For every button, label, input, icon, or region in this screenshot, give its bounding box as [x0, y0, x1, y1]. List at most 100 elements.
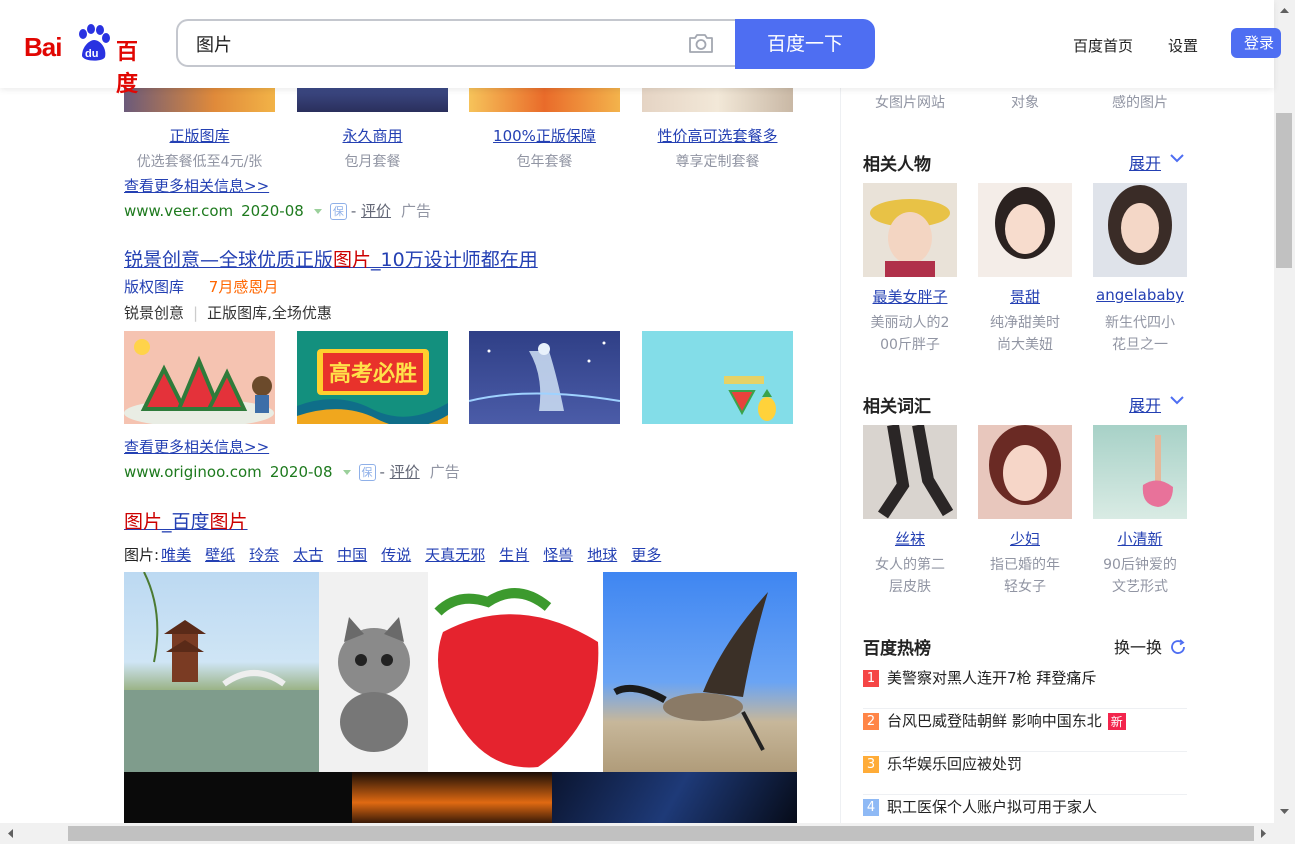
card-subtitle: 优选套餐低至4元/张: [136, 154, 263, 170]
grid-image-kitten[interactable]: [319, 572, 428, 772]
result-title[interactable]: 锐景创意—全球优质正版图片_10万设计师都在用: [124, 245, 538, 272]
card-caption[interactable]: 正版图库: [124, 125, 275, 146]
chevron-down-icon[interactable]: [1170, 154, 1184, 163]
top-caption: 感的图片: [1112, 95, 1168, 111]
woman-illustration: [989, 425, 1061, 505]
tag-link[interactable]: 传说: [381, 546, 411, 564]
grid-image[interactable]: [124, 772, 352, 823]
word-photo[interactable]: [863, 425, 957, 519]
words-section-title: 相关词汇: [863, 397, 931, 417]
card-subtitle: 包年套餐: [516, 154, 573, 170]
vertical-scroll-thumb[interactable]: [1276, 113, 1292, 268]
people-section-title: 相关人物: [863, 155, 931, 175]
person-illustration: [870, 199, 950, 277]
search-input[interactable]: [194, 31, 678, 57]
people-expand-link[interactable]: 展开: [1129, 150, 1161, 174]
search-box: [176, 19, 736, 67]
hot-refresh-button[interactable]: 换一换: [1114, 634, 1187, 658]
person-desc: 新生代四小 花旦之一: [1105, 315, 1175, 353]
exam-banner-illustration: 高考必胜: [297, 331, 448, 424]
person-name-link[interactable]: 最美女胖子: [863, 286, 957, 307]
dropdown-arrow-icon[interactable]: [342, 470, 351, 475]
chevron-down-icon[interactable]: [1170, 396, 1184, 405]
logo-text-cn: 百度: [116, 40, 139, 97]
tag-link[interactable]: 天真无邪: [425, 546, 485, 564]
card-subtitle: 包月套餐: [344, 154, 401, 170]
person-photo[interactable]: [863, 183, 957, 277]
card-caption[interactable]: 永久商用: [297, 125, 448, 146]
tag-link[interactable]: 更多: [631, 546, 661, 564]
word-name-link[interactable]: 小清新: [1093, 528, 1187, 549]
more-info-link[interactable]: 查看更多相关信息>>: [124, 175, 269, 196]
word-name-link[interactable]: 丝袜: [863, 528, 957, 549]
tag-link[interactable]: 壁纸: [205, 546, 235, 564]
ad-label: 广告: [401, 202, 432, 220]
word-photo[interactable]: [1093, 425, 1187, 519]
camera-icon[interactable]: [688, 32, 714, 54]
tag-link[interactable]: 中国: [337, 546, 367, 564]
person-name-link[interactable]: angelababy: [1093, 286, 1187, 304]
column-divider: [840, 88, 841, 823]
word-desc: 90后钟爱的 文艺形式: [1103, 557, 1177, 595]
result-image[interactable]: [642, 331, 793, 424]
search-button[interactable]: 百度一下: [735, 19, 875, 69]
result-image[interactable]: [124, 331, 275, 424]
scroll-down-icon[interactable]: [1274, 806, 1295, 818]
card-subtitle: 尊享定制套餐: [675, 154, 760, 170]
words-expand-link[interactable]: 展开: [1129, 392, 1161, 416]
result-source: www.veer.com 2020-08 保 - 评价 广告: [124, 200, 431, 221]
login-button[interactable]: 登录: [1231, 28, 1281, 58]
nav-settings-link[interactable]: 设置: [1168, 35, 1198, 56]
person-photo[interactable]: [978, 183, 1072, 277]
tag-link[interactable]: 生肖: [499, 546, 529, 564]
summer-fruit-illustration: [724, 376, 776, 421]
result-image[interactable]: [469, 88, 620, 112]
result-image[interactable]: [124, 88, 275, 112]
hot-item[interactable]: 2 台风巴威登陆朝鲜 影响中国东北新: [863, 710, 1187, 752]
nav-home-link[interactable]: 百度首页: [1073, 35, 1133, 56]
person-desc: 美丽动人的2 00斤胖子: [870, 315, 950, 353]
more-info-link[interactable]: 查看更多相关信息>>: [124, 436, 269, 457]
tag-link[interactable]: 玲奈: [249, 546, 279, 564]
word-photo[interactable]: [978, 425, 1072, 519]
guarantee-icon[interactable]: 保: [329, 203, 347, 220]
tag-promo[interactable]: 7月感恩月: [209, 278, 279, 296]
grid-image-pagoda[interactable]: [124, 572, 319, 772]
hot-item[interactable]: 1 美警察对黑人连开7枪 拜登痛斥: [863, 667, 1187, 709]
result-image[interactable]: [297, 88, 448, 112]
hot-item[interactable]: 3 乐华娱乐回应被处罚: [863, 753, 1187, 795]
result-image[interactable]: [469, 331, 620, 424]
ad-label: 广告: [429, 463, 460, 481]
header-bar: Bai du 百度 百度一下 百度首页 设置 登录: [0, 0, 1281, 97]
hot-list-title: 百度热榜: [863, 639, 931, 659]
tag-copyright-link[interactable]: 版权图库: [124, 278, 184, 296]
tag-link[interactable]: 唯美: [161, 546, 191, 564]
result-image[interactable]: [642, 88, 793, 112]
scroll-up-icon[interactable]: [1274, 4, 1295, 16]
person-name-link[interactable]: 景甜: [978, 286, 1072, 307]
source-domain: www.veer.com: [124, 202, 234, 220]
grid-image-goose[interactable]: [603, 572, 797, 772]
rate-link[interactable]: - 评价: [351, 202, 391, 220]
tag-link[interactable]: 地球: [587, 546, 617, 564]
dropdown-arrow-icon[interactable]: [313, 209, 322, 214]
watermelon-illustration: [124, 339, 274, 424]
horizontal-scroll-thumb[interactable]: [68, 826, 1254, 841]
person-photo[interactable]: [1093, 183, 1187, 277]
grid-image[interactable]: [352, 772, 552, 823]
guarantee-icon[interactable]: 保: [358, 464, 376, 481]
grid-image[interactable]: [552, 772, 797, 823]
result-title[interactable]: 图片_百度图片: [124, 507, 248, 534]
tags-label: 图片:: [124, 546, 160, 564]
source-domain: www.originoo.com: [124, 463, 262, 481]
scroll-left-icon[interactable]: [4, 823, 16, 844]
result-image[interactable]: 高考必胜: [297, 331, 448, 424]
rate-link[interactable]: - 评价: [380, 463, 420, 481]
card-caption[interactable]: 100%正版保障: [469, 125, 620, 146]
word-name-link[interactable]: 少妇: [978, 528, 1072, 549]
grid-image-strawberry[interactable]: [428, 572, 603, 772]
tag-link[interactable]: 太古: [293, 546, 323, 564]
scroll-right-icon[interactable]: [1258, 823, 1270, 844]
card-caption[interactable]: 性价高可选套餐多: [642, 125, 793, 146]
tag-link[interactable]: 怪兽: [543, 546, 573, 564]
